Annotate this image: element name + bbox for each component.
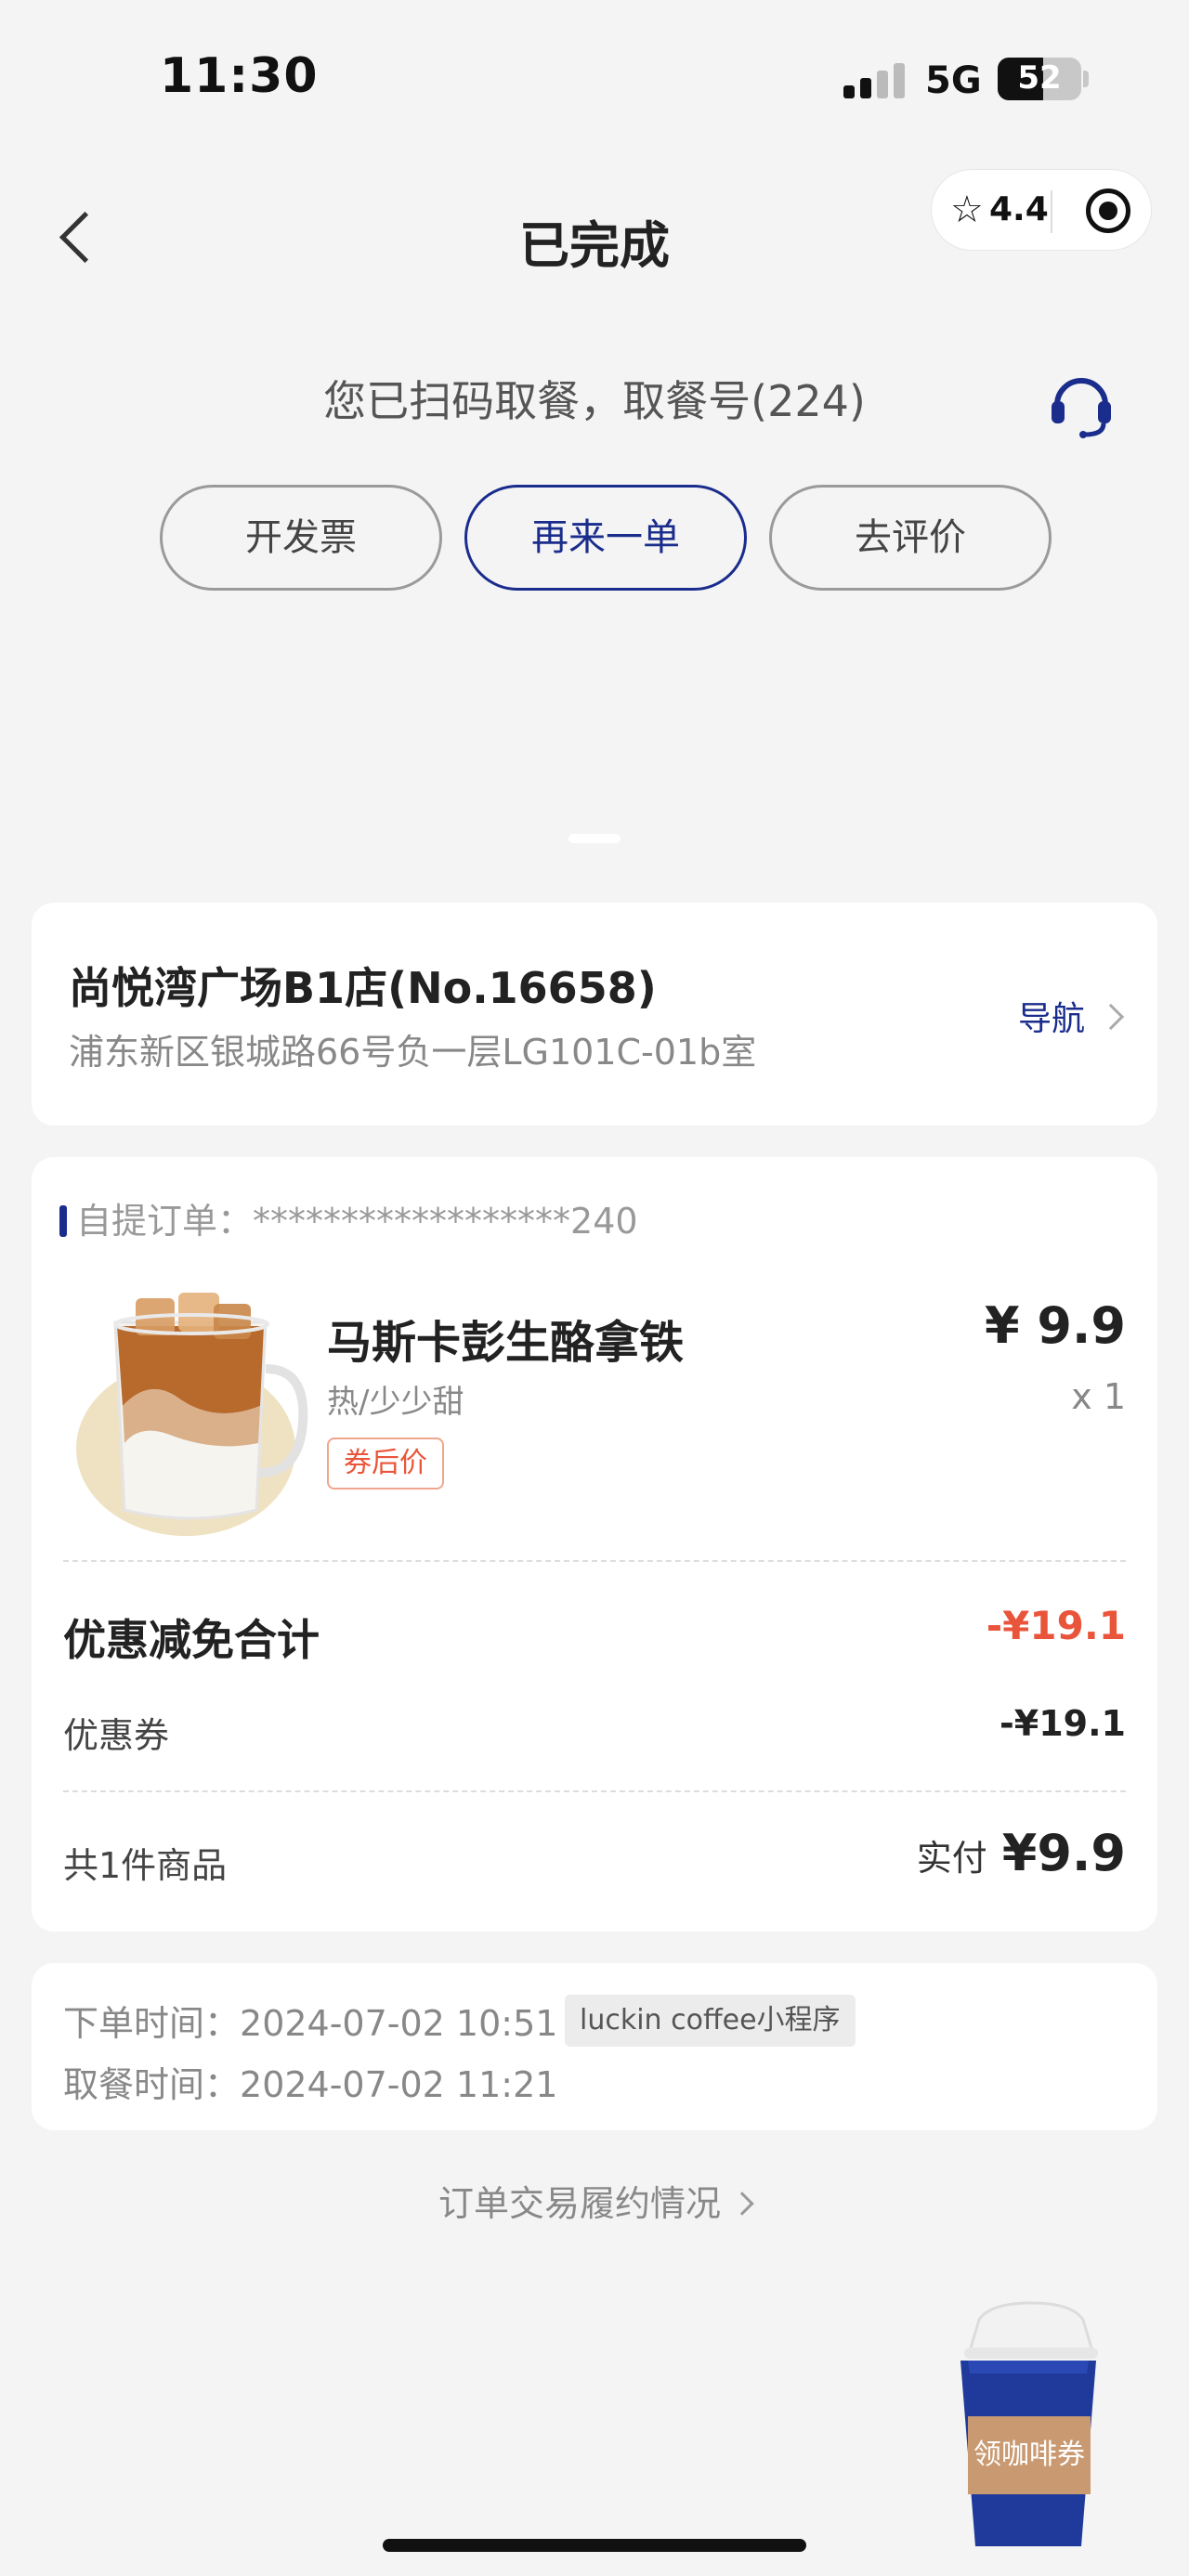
sheet-drag-handle[interactable] — [568, 834, 621, 843]
discount-total-value: -¥19.1 — [986, 1603, 1126, 1648]
coupon-label: 优惠券 — [63, 1715, 170, 1756]
store-name: 尚悦湾广场B1店(No.16658) — [69, 963, 657, 1013]
pickup-time-value: 2024-07-02 11:21 — [240, 2064, 558, 2105]
cup-lid-icon — [964, 2301, 1098, 2359]
signal-icon — [843, 61, 910, 98]
pickup-time-label: 取餐时间： — [63, 2064, 241, 2105]
order-number: 自提订单：******************240 — [59, 1192, 638, 1243]
order-time-card: 下单时间：2024-07-02 10:51 luckin coffee小程序 取… — [32, 1963, 1157, 2130]
status-bar: 11:30 5G 52 — [0, 0, 1189, 139]
accent-bar — [59, 1205, 67, 1237]
order-label: 自提订单： — [76, 1201, 254, 1242]
battery-level: 52 — [1017, 59, 1062, 97]
battery-tip — [1083, 71, 1089, 87]
items-count: 共1件商品 — [63, 1845, 228, 1886]
star-icon[interactable]: ☆ — [950, 189, 984, 231]
store-card: 尚悦湾广场B1店(No.16658) 浦东新区银城路66号负一层LG101C-0… — [32, 903, 1157, 1125]
order-number-value: ******************240 — [253, 1201, 638, 1242]
network-type: 5G — [925, 59, 982, 102]
product-image — [74, 1267, 316, 1536]
product-quantity: x 1 — [1071, 1376, 1126, 1417]
coffee-coupon-float-button[interactable]: 领咖啡券 — [944, 2286, 1111, 2557]
navigate-button[interactable]: 导航 — [1017, 992, 1125, 1040]
coupon-value: -¥19.1 — [1000, 1703, 1126, 1744]
pickup-time-row: 取餐时间：2024-07-02 11:21 — [63, 2056, 557, 2107]
paid-total: 实付 ¥9.9 — [917, 1824, 1126, 1882]
home-indicator[interactable] — [383, 2539, 806, 2552]
divider — [63, 1560, 1126, 1562]
order-actions: 开发票 再来一单 去评价 — [160, 485, 1052, 591]
chevron-right-icon — [1097, 1003, 1125, 1031]
order-card: 自提订单：******************240 马斯卡彭生酪拿铁 热/少少… — [32, 1157, 1157, 1932]
reorder-button[interactable]: 再来一单 — [464, 485, 747, 591]
pickup-message: 您已扫码取餐，取餐号(224) — [323, 376, 866, 426]
paid-label: 实付 — [916, 1838, 987, 1879]
divider — [63, 1790, 1126, 1792]
fulfillment-link-label: 订单交易履约情况 — [438, 2183, 721, 2224]
coupon-price-tag: 券后价 — [327, 1438, 444, 1490]
coffee-coupon-label: 领咖啡券 — [968, 2416, 1091, 2494]
product-name: 马斯卡彭生酪拿铁 — [327, 1317, 685, 1369]
order-time-row: 下单时间：2024-07-02 10:51 — [63, 1995, 557, 2046]
order-source-tag: luckin coffee小程序 — [565, 1995, 856, 2047]
customer-service-icon[interactable] — [1048, 368, 1115, 438]
invoice-button[interactable]: 开发票 — [160, 485, 442, 591]
close-target-icon[interactable] — [1086, 189, 1130, 233]
capsule-divider — [1051, 190, 1052, 233]
store-address: 浦东新区银城路66号负一层LG101C-01b室 — [69, 1032, 757, 1073]
fulfillment-link[interactable]: 订单交易履约情况 — [0, 2175, 1189, 2226]
rating-value: 4.4 — [989, 190, 1049, 228]
order-time-value: 2024-07-02 10:51 — [240, 2003, 558, 2044]
mini-program-capsule[interactable]: ☆ 4.4 — [931, 169, 1152, 251]
battery-icon: 52 — [998, 58, 1081, 100]
paid-amount: ¥9.9 — [1001, 1824, 1126, 1882]
navigate-label: 导航 — [1017, 1000, 1085, 1038]
discount-total-label: 优惠减免合计 — [63, 1615, 320, 1665]
product-price: ¥ 9.9 — [984, 1296, 1126, 1355]
review-button[interactable]: 去评价 — [769, 485, 1052, 591]
chevron-right-icon — [730, 2192, 754, 2216]
order-time-label: 下单时间： — [63, 2003, 241, 2044]
status-time: 11:30 — [160, 48, 319, 104]
product-spec: 热/少少甜 — [327, 1384, 464, 1421]
